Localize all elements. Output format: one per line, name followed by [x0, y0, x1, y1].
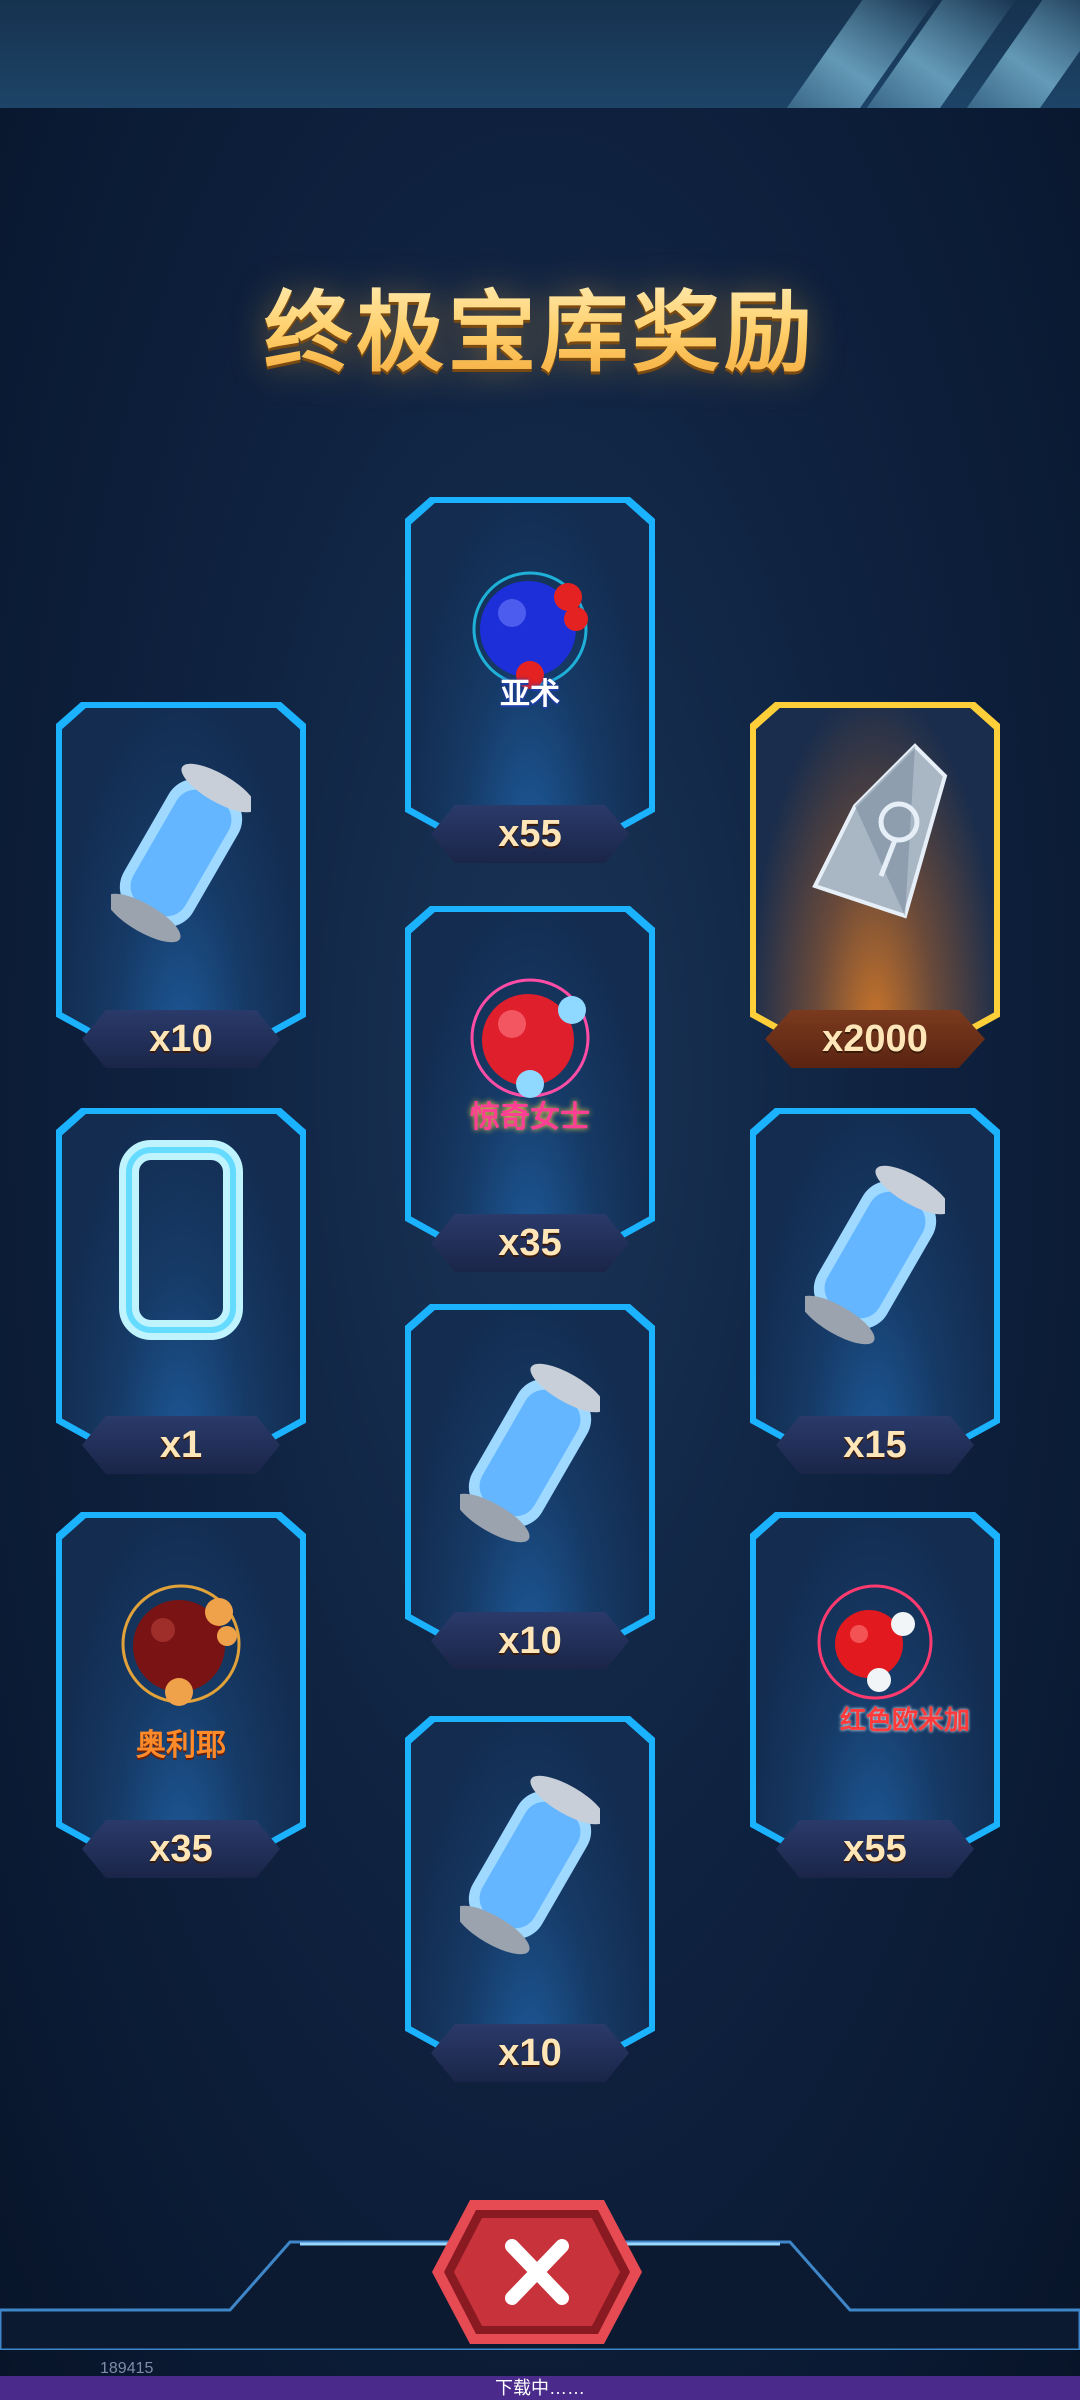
- quantity-badge: x10: [431, 1612, 629, 1670]
- reward-card-silver-shard[interactable]: x2000: [750, 702, 1000, 1068]
- quantity-badge: x35: [82, 1820, 280, 1878]
- quantity-badge: x35: [431, 1214, 629, 1272]
- quantity-badge: x1: [82, 1416, 280, 1474]
- quantity-badge: x55: [776, 1820, 974, 1878]
- canister-icon: [460, 1775, 600, 1955]
- top-banner: [0, 0, 1080, 108]
- status-bar: 下载中……: [0, 2376, 1080, 2400]
- canister-icon: [111, 763, 251, 943]
- reward-card-canister[interactable]: x10: [405, 1304, 655, 1670]
- reward-card-canister[interactable]: x10: [56, 702, 306, 1068]
- quantity-badge: x2000: [765, 1010, 985, 1068]
- close-button[interactable]: [430, 2198, 644, 2346]
- reward-card-red-atom[interactable]: 惊奇女士 x35: [405, 906, 655, 1272]
- reward-card-blue-atom[interactable]: 亚术 x55: [405, 497, 655, 863]
- canister-icon: [460, 1363, 600, 1543]
- reward-card-canister[interactable]: x10: [405, 1716, 655, 2082]
- quantity-badge: x15: [776, 1416, 974, 1474]
- quantity-badge: x10: [82, 1010, 280, 1068]
- reward-card-canister[interactable]: x15: [750, 1108, 1000, 1474]
- quantity-badge: x10: [431, 2024, 629, 2082]
- item-label: 惊奇女士: [470, 1101, 590, 1134]
- dark-red-atom-icon: [121, 1584, 241, 1706]
- item-label: 红色欧米加: [840, 1705, 971, 1735]
- page-title: 终极宝库奖励: [0, 262, 1080, 389]
- crystal-frame-icon: [119, 1140, 243, 1340]
- quantity-badge: x55: [431, 805, 629, 863]
- reward-card-red-atom-small[interactable]: 红色欧米加 x55: [750, 1512, 1000, 1878]
- item-label: 奥利耶: [136, 1729, 226, 1762]
- reward-card-dark-red-atom[interactable]: 奥利耶 x35: [56, 1512, 306, 1878]
- item-label: 亚术: [500, 678, 560, 711]
- canister-icon: [805, 1165, 945, 1345]
- silver-shard-icon: [812, 743, 948, 919]
- reward-card-crystal-frame[interactable]: x1: [56, 1108, 306, 1474]
